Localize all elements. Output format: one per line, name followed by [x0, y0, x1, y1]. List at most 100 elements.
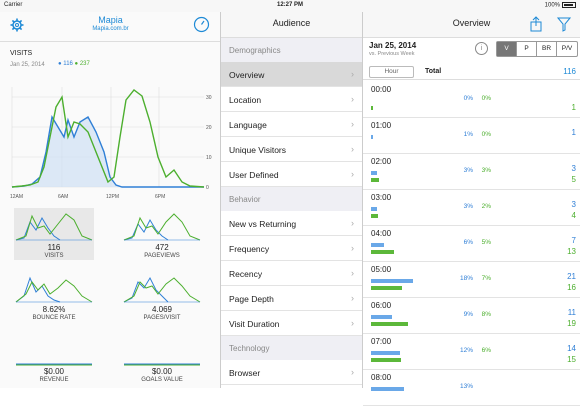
tile-value: 8.62% [42, 305, 66, 314]
bar-previous [371, 178, 379, 182]
chevron-right-icon: › [351, 243, 354, 253]
row-hour: 05:00 [371, 265, 392, 274]
info-icon[interactable]: i [475, 42, 488, 55]
menu-item-frequency[interactable]: Frequency › [221, 236, 362, 261]
menu-item-user-defined[interactable]: User Defined › [221, 162, 362, 187]
menu-item-unique-visitors[interactable]: Unique Visitors › [221, 137, 362, 162]
count-current: 1 [571, 128, 576, 137]
table-row[interactable]: 08:00 13% [363, 370, 580, 406]
x-tick: 12AM [10, 194, 23, 200]
sparkline [15, 213, 93, 241]
chevron-right-icon: › [351, 94, 354, 104]
segment-p[interactable]: P [517, 42, 537, 56]
total-label: Total [425, 68, 442, 75]
tile-revenue[interactable]: $0.00 REVENUE [14, 332, 94, 384]
row-hour: 02:00 [371, 157, 392, 166]
chevron-right-icon: › [351, 119, 354, 129]
chevron-right-icon: › [351, 367, 354, 377]
chevron-right-icon: › [351, 293, 354, 303]
battery-icon [562, 2, 576, 8]
sparkline [123, 213, 201, 241]
chevron-right-icon: › [351, 268, 354, 278]
chevron-right-icon: › [351, 169, 354, 179]
chevron-right-icon: › [351, 69, 354, 79]
menu-item-browser[interactable]: Browser › [221, 360, 362, 385]
menu-item-page-depth[interactable]: Page Depth › [221, 286, 362, 311]
share-icon[interactable] [529, 16, 543, 32]
section-demographics: Demographics [221, 38, 362, 62]
section-technology: Technology [221, 336, 362, 360]
table-row[interactable]: 01:00 1% 0% 1 [363, 118, 580, 154]
metric-legend: ● 116 ● 237 [58, 61, 90, 67]
x-tick: 6AM [58, 194, 68, 200]
pct-previous: 5% [481, 239, 491, 246]
table-row[interactable]: 07:00 12% 6% 14 15 [363, 334, 580, 370]
pct-previous: 0% [481, 131, 491, 138]
table-row[interactable]: 00:00 0% 0% 1 [363, 82, 580, 118]
count-current: 3 [571, 200, 576, 209]
y-tick: 0 [206, 185, 209, 191]
menu-item-recency[interactable]: Recency › [221, 261, 362, 286]
menu-item-language[interactable]: Language › [221, 112, 362, 137]
site-name[interactable]: Mapia.com.br [0, 26, 221, 32]
metric-date: Jan 25, 2014 [10, 62, 45, 68]
table-row[interactable]: 05:00 18% 7% 21 16 [363, 262, 580, 298]
overview-title: Overview [452, 18, 491, 28]
hour-button[interactable]: Hour [369, 66, 414, 78]
row-hour: 03:00 [371, 193, 392, 202]
count-current: 11 [567, 308, 576, 317]
menu-item-new-vs-returning[interactable]: New vs Returning › [221, 211, 362, 236]
count-current: 7 [571, 236, 576, 245]
bar-current [371, 315, 392, 319]
tile-value: 116 [47, 243, 61, 252]
pct-previous: 2% [481, 203, 491, 210]
visits-chart[interactable]: 12AM 6AM 12PM 6PM 30 20 10 0 [8, 82, 214, 202]
status-bar: Carrier 12:27 PM 100% [0, 0, 580, 12]
overview-header: Overview [363, 12, 580, 38]
clock: 12:27 PM [276, 2, 303, 8]
menu-item-overview[interactable]: Overview › [221, 62, 362, 87]
table-row[interactable]: 06:00 9% 8% 11 19 [363, 298, 580, 334]
bar-current [371, 171, 377, 175]
menu-item-location[interactable]: Location › [221, 87, 362, 112]
menu-item-visit-duration[interactable]: Visit Duration › [221, 311, 362, 336]
row-hour: 01:00 [371, 121, 392, 130]
dashboard-header: Mapia Mapia.com.br [0, 12, 220, 42]
tile-bounce-rate[interactable]: 8.62% BOUNCE RATE [14, 270, 94, 322]
sparkline [123, 276, 201, 303]
bar-current [371, 207, 377, 211]
segment-br[interactable]: BR [537, 42, 557, 56]
table-row[interactable]: 02:00 3% 3% 3 5 [363, 154, 580, 190]
x-tick: 12PM [106, 194, 119, 200]
tile-visits[interactable]: 116 VISITS [14, 208, 94, 260]
tile-pageviews[interactable]: 472 PAGEVIEWS [122, 208, 202, 260]
table-row[interactable]: 03:00 3% 2% 3 4 [363, 190, 580, 226]
bar-previous [371, 214, 378, 218]
bar-previous [371, 106, 374, 110]
battery-indicator: 100% [545, 2, 576, 9]
metric-segmented-control: V P BR P/V [496, 41, 578, 57]
selected-date[interactable]: Jan 25, 2014 [369, 41, 416, 50]
segment-v[interactable]: V [497, 42, 517, 56]
pct-previous: 8% [481, 311, 491, 318]
segment-pv[interactable]: P/V [557, 42, 577, 56]
table-row[interactable]: 04:00 6% 5% 7 13 [363, 226, 580, 262]
tile-pages-per-visit[interactable]: 4.069 PAGES/VISIT [122, 270, 202, 322]
bar-current [371, 279, 413, 283]
tile-value: 4.069 [151, 305, 173, 314]
count-previous: 4 [571, 211, 576, 220]
count-previous: 16 [567, 283, 576, 292]
table-header: Hour Total 116 [363, 64, 580, 80]
chevron-right-icon: › [351, 144, 354, 154]
pct-previous: 7% [481, 275, 491, 282]
menu-title: Audience [221, 12, 362, 38]
count-previous: 19 [567, 319, 576, 328]
clock-icon[interactable] [193, 16, 210, 33]
pct-previous: 3% [481, 167, 491, 174]
tile-goals-value[interactable]: $0.00 GOALS VALUE [122, 332, 202, 384]
count-current: 14 [567, 344, 576, 353]
legend-previous: 237 [79, 61, 90, 67]
pct-previous: 0% [481, 95, 491, 102]
filter-icon[interactable] [557, 17, 571, 32]
dashboard-pane: Mapia Mapia.com.br VISITS Jan 25, 2014 ●… [0, 12, 221, 388]
